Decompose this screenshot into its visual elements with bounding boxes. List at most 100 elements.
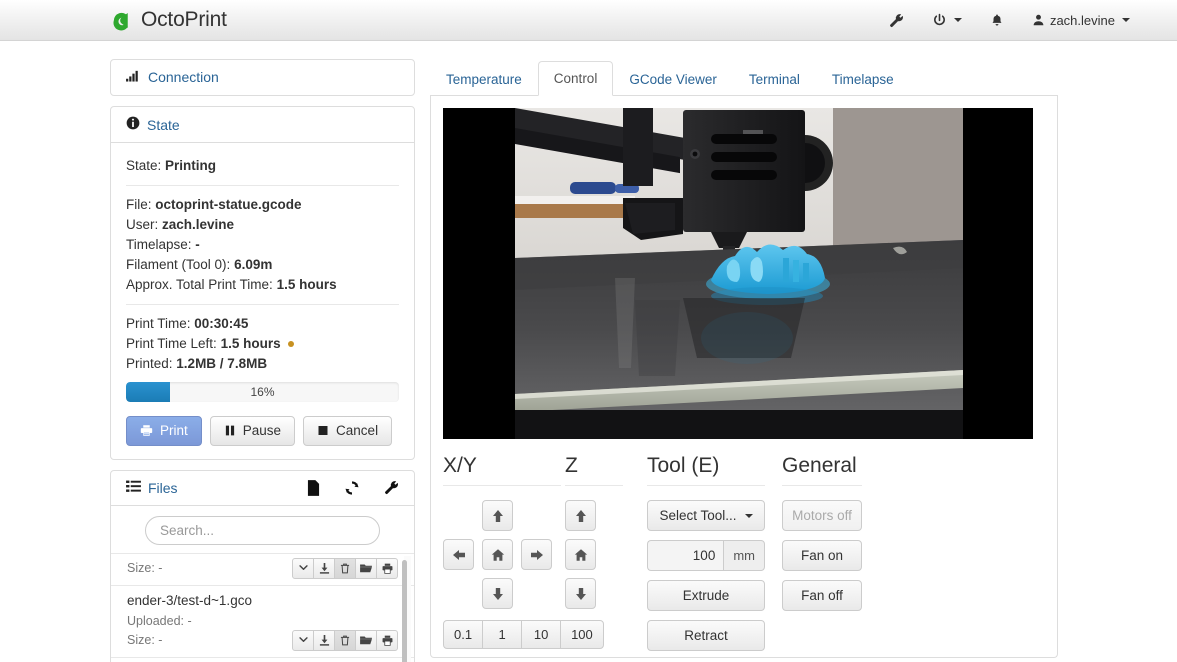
brand-logo-group[interactable]: OctoPrint xyxy=(110,8,227,32)
trash-icon[interactable] xyxy=(334,558,356,579)
state-row-print-time-left: Print Time Left: 1.5 hours xyxy=(126,334,399,354)
jog-z-down-button[interactable] xyxy=(565,578,596,609)
print-controls: Print Pause xyxy=(126,416,399,446)
tab-terminal[interactable]: Terminal xyxy=(733,62,816,96)
download-icon[interactable] xyxy=(313,630,335,651)
brand-title: OctoPrint xyxy=(141,8,227,32)
tab-timelapse[interactable]: Timelapse xyxy=(816,62,910,96)
webcam-frame xyxy=(515,108,963,439)
print-time-label: Print Time: xyxy=(126,316,191,331)
notifications-button[interactable] xyxy=(976,0,1018,41)
list-icon xyxy=(126,480,141,496)
user-value: zach.levine xyxy=(162,217,234,232)
motors-off-button[interactable]: Motors off xyxy=(782,500,862,531)
step-size-0.1-button[interactable]: 0.1 xyxy=(443,620,483,649)
list-item[interactable]: Size: - xyxy=(111,554,414,586)
connection-panel-title[interactable]: Connection xyxy=(148,69,219,85)
jog-y-up-button[interactable] xyxy=(482,500,513,531)
step-size-1-button[interactable]: 1 xyxy=(482,620,522,649)
trash-icon[interactable] xyxy=(334,630,356,651)
download-icon[interactable] xyxy=(313,558,335,579)
step-size-10-button[interactable]: 10 xyxy=(521,620,561,649)
state-panel-title[interactable]: State xyxy=(147,117,180,133)
jog-z-up-button[interactable] xyxy=(565,500,596,531)
info-icon xyxy=(126,116,140,133)
system-power-menu[interactable] xyxy=(918,0,976,41)
sidebar: Connection State State: Printing xyxy=(110,59,415,662)
cancel-button[interactable]: Cancel xyxy=(303,416,392,446)
total-time-label: Approx. Total Print Time: xyxy=(126,277,273,292)
file-list-scrollbar-thumb[interactable] xyxy=(402,560,407,662)
list-item[interactable]: octoprint-statue.gcode Uploaded: 18 minu… xyxy=(111,658,414,662)
home-xy-button[interactable] xyxy=(482,539,513,570)
xy-row-up xyxy=(443,500,565,531)
filament-value: 6.09m xyxy=(234,257,272,272)
jog-x-left-button[interactable] xyxy=(443,539,474,570)
home-xy-icon xyxy=(491,548,505,562)
state-panel-header[interactable]: State xyxy=(111,107,414,143)
files-panel-header: Files xyxy=(111,471,414,506)
printer-icon xyxy=(140,424,153,437)
chevron-down-icon[interactable] xyxy=(292,558,314,579)
home-z-button[interactable] xyxy=(565,539,596,570)
retract-button[interactable]: Retract xyxy=(647,620,765,651)
chevron-down-icon[interactable] xyxy=(292,630,314,651)
file-upload-icon[interactable] xyxy=(307,480,320,496)
pause-button-label: Pause xyxy=(243,424,281,438)
fan-on-button[interactable]: Fan on xyxy=(782,540,862,571)
state-row-user: User: zach.levine xyxy=(126,215,399,235)
control-columns: X/Y xyxy=(443,453,1045,658)
z-down-icon xyxy=(574,587,588,601)
print-button[interactable]: Print xyxy=(126,416,202,446)
print-icon[interactable] xyxy=(376,630,398,651)
search-input[interactable] xyxy=(145,516,380,545)
fan-off-button[interactable]: Fan off xyxy=(782,580,862,611)
wrench-icon[interactable] xyxy=(384,480,399,495)
print-progress-label: 16% xyxy=(126,382,399,402)
z-row-home xyxy=(565,539,647,570)
control-group-general: General Motors off Fan on Fan off xyxy=(782,453,902,658)
file-list[interactable]: Size: - xyxy=(111,553,414,662)
tab-gcode-viewer[interactable]: GCode Viewer xyxy=(613,62,733,96)
select-tool-dropdown[interactable]: Select Tool... xyxy=(647,500,765,531)
cancel-button-label: Cancel xyxy=(336,424,378,438)
top-navbar: OctoPrint xyxy=(0,0,1177,41)
jog-x-right-button[interactable] xyxy=(521,539,552,570)
tool-divider xyxy=(647,485,765,486)
tab-control[interactable]: Control xyxy=(538,61,614,96)
print-icon[interactable] xyxy=(376,558,398,579)
tab-temperature[interactable]: Temperature xyxy=(430,62,538,96)
extrude-button[interactable]: Extrude xyxy=(647,580,765,611)
user-menu[interactable]: zach.levine xyxy=(1018,0,1144,41)
file-name[interactable]: ender-3/test-d~1.gco xyxy=(127,590,398,612)
file-list-scrollbar-track[interactable] xyxy=(404,556,411,662)
y-down-icon xyxy=(491,587,505,601)
state-divider-2 xyxy=(126,304,399,305)
webcam-stream[interactable] xyxy=(443,108,1033,439)
files-panel: Files xyxy=(110,470,415,662)
pause-button[interactable]: Pause xyxy=(210,416,295,446)
chevron-down-icon xyxy=(954,18,962,22)
jog-y-down-button[interactable] xyxy=(482,578,513,609)
folder-open-icon[interactable] xyxy=(355,558,377,579)
list-item[interactable]: ender-3/test-d~1.gco Uploaded: - Size: - xyxy=(111,586,414,658)
extrude-amount-input[interactable] xyxy=(647,540,723,571)
y-up-icon xyxy=(491,509,505,523)
signal-icon xyxy=(126,69,141,85)
connection-panel-header[interactable]: Connection xyxy=(111,60,414,95)
files-panel-title[interactable]: Files xyxy=(148,480,178,496)
refresh-icon[interactable] xyxy=(344,480,360,496)
main-content: Temperature Control GCode Viewer Termina… xyxy=(430,59,1058,662)
file-actions xyxy=(292,558,398,579)
chevron-down-icon xyxy=(745,514,753,518)
state-row-total-time: Approx. Total Print Time: 1.5 hours xyxy=(126,275,399,295)
timelapse-label: Timelapse: xyxy=(126,237,192,252)
settings-button[interactable] xyxy=(875,0,918,41)
estimate-origin-dot-icon xyxy=(288,341,294,347)
filament-label: Filament (Tool 0): xyxy=(126,257,230,272)
print-time-left-label: Print Time Left: xyxy=(126,336,217,351)
control-group-xy: X/Y xyxy=(443,453,565,658)
state-divider-1 xyxy=(126,185,399,186)
state-row-state: State: Printing xyxy=(126,156,399,176)
folder-open-icon[interactable] xyxy=(355,630,377,651)
